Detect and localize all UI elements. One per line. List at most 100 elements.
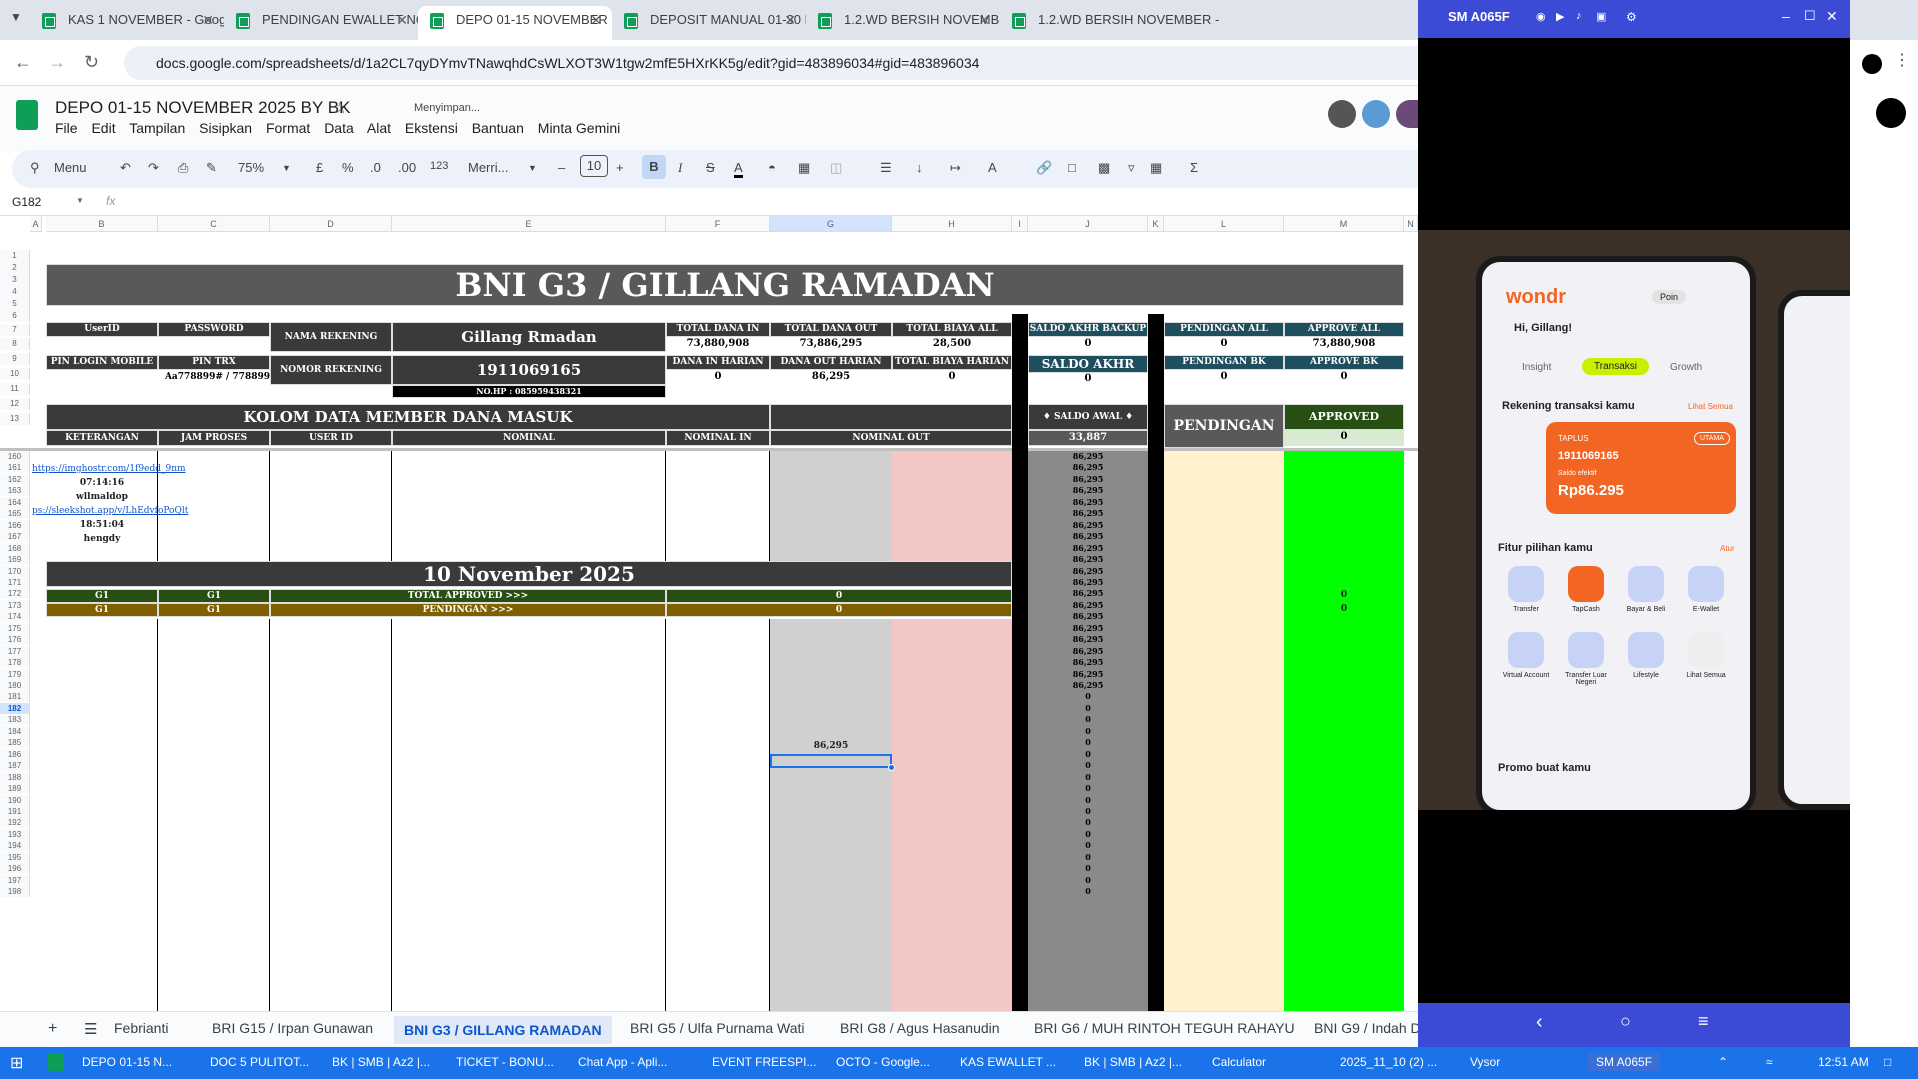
atur-link[interactable]: Atur bbox=[1720, 544, 1735, 553]
font-select[interactable]: Merri... bbox=[468, 160, 508, 175]
approved-row-171[interactable]: 0 bbox=[1284, 603, 1404, 617]
headphones-icon[interactable]: ♪ bbox=[1576, 10, 1582, 22]
poin-badge[interactable]: Poin bbox=[1652, 290, 1687, 304]
saldo-cell[interactable]: 0 bbox=[1028, 760, 1148, 771]
saldo-cell[interactable]: 86,295 bbox=[1028, 497, 1148, 508]
close-icon[interactable]: ✕ bbox=[202, 6, 214, 34]
comment-icon[interactable]: □ bbox=[1068, 160, 1076, 175]
row-header[interactable]: 160 bbox=[0, 451, 30, 462]
fullscreen-icon[interactable]: ▣ bbox=[1596, 10, 1606, 23]
feature-item[interactable]: Transfer Luar Negeri bbox=[1558, 632, 1614, 692]
saldo-cell[interactable]: 0 bbox=[1028, 863, 1148, 874]
row-header[interactable]: 166 bbox=[0, 519, 30, 531]
reload-icon[interactable]: ↻ bbox=[84, 52, 99, 73]
feature-item[interactable]: E-Wallet bbox=[1678, 566, 1734, 626]
taskbar-item[interactable]: OCTO - Google... bbox=[836, 1055, 930, 1069]
total-dana-in-value[interactable]: 73,880,908 bbox=[666, 337, 770, 352]
proof-link-2[interactable]: ps://sleekshot.app/v/LhEdvfoPoQlt bbox=[32, 506, 202, 520]
saldo-cell[interactable]: 86,295 bbox=[1028, 508, 1148, 519]
print-icon[interactable]: ⎙ bbox=[178, 160, 188, 176]
row-header[interactable]: 4 bbox=[0, 286, 30, 298]
menu-edit[interactable]: Edit bbox=[91, 120, 115, 136]
column-header[interactable]: L bbox=[1164, 216, 1284, 232]
row-header[interactable]: 180 bbox=[0, 680, 30, 691]
saldo-cell[interactable]: 0 bbox=[1028, 806, 1148, 817]
saldo-cell[interactable]: 0 bbox=[1028, 840, 1148, 851]
saldo-cell[interactable]: 0 bbox=[1028, 852, 1148, 863]
sheet-banner[interactable]: BNI G3 / GILLANG RAMADAN bbox=[46, 264, 1404, 306]
saldo-cell[interactable]: 86,295 bbox=[1028, 485, 1148, 496]
column-header[interactable]: B bbox=[46, 216, 158, 232]
row-header[interactable]: 192 bbox=[0, 817, 30, 829]
column-header[interactable]: E bbox=[392, 216, 666, 232]
saldo-cell[interactable]: 86,295 bbox=[1028, 657, 1148, 668]
lihat-semua-link[interactable]: Lihat Semua bbox=[1688, 402, 1733, 411]
name-box[interactable]: G182 bbox=[12, 195, 41, 209]
saldo-cell[interactable]: 0 bbox=[1028, 714, 1148, 725]
row-header[interactable]: 5 bbox=[0, 298, 30, 310]
approved-row-170[interactable]: 0 bbox=[1284, 589, 1404, 603]
camera-icon[interactable]: ◉ bbox=[1536, 10, 1546, 23]
zoom-select[interactable]: 75% bbox=[238, 160, 264, 175]
saldo-cell[interactable]: 0 bbox=[1028, 875, 1148, 886]
taskbar-item[interactable]: Chat App - Apli... bbox=[578, 1055, 667, 1069]
profile-icon[interactable] bbox=[1862, 54, 1882, 74]
saldo-cell[interactable]: 86,295 bbox=[1028, 474, 1148, 485]
row-header[interactable]: 1 bbox=[0, 250, 30, 262]
decrease-decimal-button[interactable]: .0 bbox=[370, 160, 381, 175]
column-header[interactable]: I bbox=[1012, 216, 1028, 232]
saldo-akhir-value[interactable]: 0 bbox=[1028, 373, 1148, 386]
tab-transaksi[interactable]: Transaksi bbox=[1582, 358, 1649, 375]
menu-data[interactable]: Data bbox=[324, 120, 354, 136]
account-avatar[interactable] bbox=[1876, 98, 1906, 128]
row-header[interactable]: 174 bbox=[0, 611, 30, 623]
saldo-cell[interactable]: 86,295 bbox=[1028, 543, 1148, 554]
g1-label[interactable]: G1 bbox=[46, 603, 158, 617]
settings-icon[interactable]: ⚙ bbox=[1626, 10, 1637, 24]
saldo-cell[interactable]: 0 bbox=[1028, 772, 1148, 783]
total-biaya-harian-value[interactable]: 0 bbox=[892, 370, 1012, 385]
pendingan-all-value[interactable]: 0 bbox=[1164, 337, 1284, 352]
menu-format[interactable]: Format bbox=[266, 120, 310, 136]
saldo-cell[interactable]: 0 bbox=[1028, 737, 1148, 748]
row-header[interactable]: 185 bbox=[0, 737, 30, 749]
taskbar-item[interactable]: 2025_11_10 (2) ... bbox=[1340, 1055, 1437, 1069]
sheet-tab[interactable]: Febrianti bbox=[114, 1020, 168, 1036]
saldo-cell[interactable]: 86,295 bbox=[1028, 646, 1148, 657]
undo-icon[interactable]: ↶ bbox=[120, 160, 131, 176]
row-header[interactable]: 195 bbox=[0, 851, 30, 863]
taskbar-item[interactable]: Calculator bbox=[1212, 1055, 1266, 1069]
saldo-akhir-backup-value[interactable]: 0 bbox=[1028, 337, 1148, 352]
row-header[interactable]: 172 bbox=[0, 588, 30, 600]
browser-tab-6[interactable]: 1.2.WD BERSIH NOVEMBER - bbox=[1000, 6, 1418, 40]
saldo-cell[interactable]: 0 bbox=[1028, 703, 1148, 714]
menu-view[interactable]: Tampilan bbox=[129, 120, 185, 136]
row-header[interactable]: 181 bbox=[0, 691, 30, 703]
user-entry-1[interactable]: wllmaldop bbox=[46, 492, 158, 506]
saldo-cell[interactable]: 86,295 bbox=[1028, 680, 1148, 691]
paint-format-icon[interactable]: ✎ bbox=[206, 160, 217, 176]
saldo-cell[interactable]: 86,295 bbox=[1028, 451, 1148, 462]
tray-chevron-icon[interactable]: ⌃ bbox=[1718, 1055, 1728, 1069]
merge-icon[interactable]: ◫ bbox=[830, 160, 842, 176]
text-color-icon[interactable]: A bbox=[734, 160, 743, 178]
g1-label[interactable]: G1 bbox=[158, 603, 270, 617]
row-header[interactable]: 190 bbox=[0, 794, 30, 806]
sheet-tab[interactable]: BRI G8 / Agus Hasanudin bbox=[840, 1020, 1000, 1036]
row-header[interactable]: 189 bbox=[0, 783, 30, 795]
feature-item[interactable]: Virtual Account bbox=[1498, 632, 1554, 692]
saldo-cell[interactable]: 86,295 bbox=[1028, 611, 1148, 622]
feature-item[interactable]: Bayar & Beli bbox=[1618, 566, 1674, 626]
percent-button[interactable]: % bbox=[342, 160, 354, 175]
row-header[interactable]: 8 bbox=[0, 338, 30, 350]
nohp-value[interactable]: NO.HP : 085959438321 bbox=[392, 385, 666, 398]
increase-decimal-button[interactable]: .00 bbox=[398, 160, 416, 175]
link-icon[interactable]: 🔗 bbox=[1036, 160, 1052, 176]
saldo-cell[interactable]: 86,295 bbox=[1028, 600, 1148, 611]
saldo-cell[interactable]: 86,295 bbox=[1028, 531, 1148, 542]
row-header[interactable]: 167 bbox=[0, 531, 30, 543]
feature-item[interactable]: TapCash bbox=[1558, 566, 1614, 626]
proof-link-1[interactable]: https://imghostr.com/1f9edd_9nm bbox=[32, 464, 202, 478]
start-icon[interactable]: ⊞ bbox=[10, 1053, 23, 1073]
pendingan-value[interactable]: 0 bbox=[666, 603, 1012, 617]
